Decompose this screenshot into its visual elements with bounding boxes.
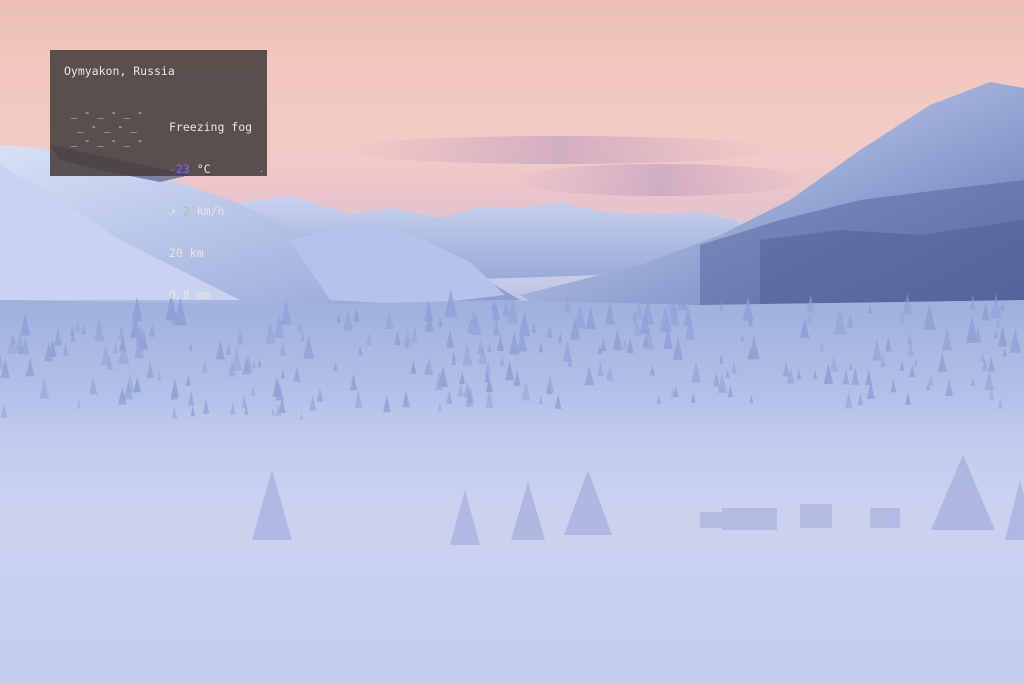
weather-precipitation: 0.0 mm bbox=[169, 288, 211, 302]
fog-icon: _ - _ - _ - _ - _ - _ _ - _ - _ - bbox=[70, 106, 144, 147]
temperature-unit: °C bbox=[196, 162, 211, 176]
weather-temperature-row: -23 °C bbox=[169, 162, 252, 176]
widget-dot: . bbox=[259, 165, 264, 174]
weather-wind-row: ↗ 2 km/h bbox=[169, 204, 252, 218]
weather-condition: Freezing fog bbox=[169, 120, 253, 134]
wind-speed-value: 2 bbox=[182, 204, 190, 218]
weather-visibility: 20 km bbox=[169, 246, 204, 260]
temperature-value: -23 bbox=[169, 162, 190, 176]
weather-location: Oymyakon, Russia bbox=[64, 64, 175, 78]
wind-direction-icon: ↗ bbox=[169, 204, 176, 218]
wind-unit: km/h bbox=[196, 204, 225, 218]
weather-widget: Oymyakon, Russia _ - _ - _ - _ - _ - _ _… bbox=[50, 50, 267, 302]
weather-details: Freezing fog -23 °C ↗ 2 km/h 20 km 0.0 m… bbox=[169, 92, 252, 330]
